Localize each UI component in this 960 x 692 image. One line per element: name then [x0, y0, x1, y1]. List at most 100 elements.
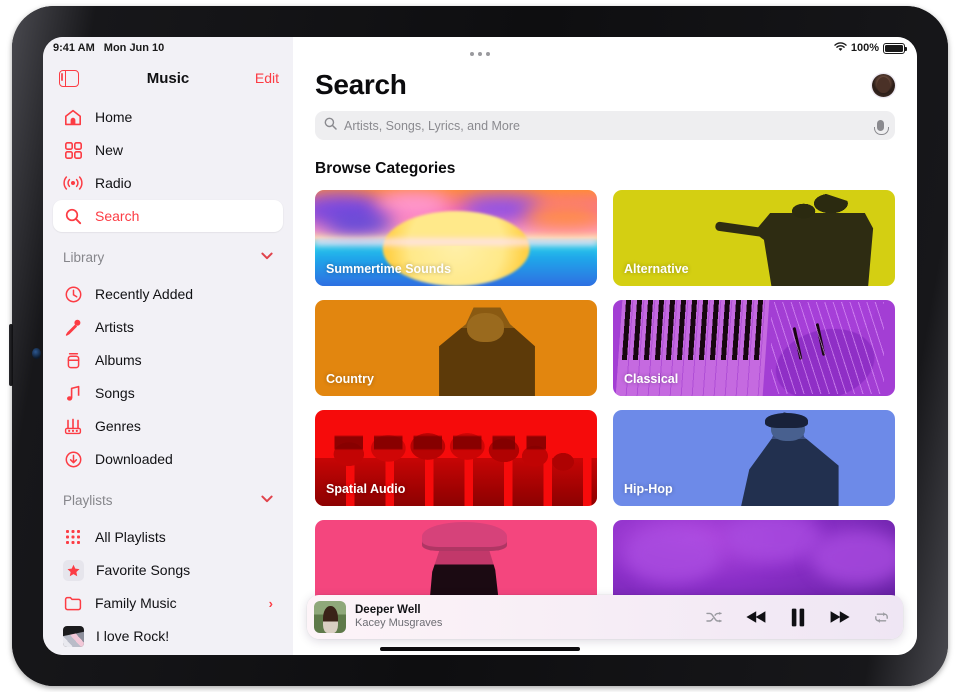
sidebar-item-label: Radio — [95, 175, 132, 191]
clock-icon — [63, 284, 83, 304]
sidebar-item-favorite-songs[interactable]: Favorite Songs — [53, 554, 283, 586]
sidebar-item-label: All Playlists — [95, 529, 166, 545]
sidebar-item-label: Downloaded — [95, 451, 173, 467]
search-icon — [324, 117, 337, 135]
rewind-button[interactable] — [746, 610, 767, 624]
chevron-down-icon[interactable] — [261, 251, 273, 263]
sidebar-item-downloaded[interactable]: Downloaded — [53, 443, 283, 475]
search-input[interactable]: Artists, Songs, Lyrics, and More — [315, 111, 895, 140]
volume-button[interactable] — [9, 324, 13, 386]
sidebar-item-songs[interactable]: Songs — [53, 377, 283, 409]
playback-controls — [706, 608, 889, 627]
sidebar-toggle-icon[interactable] — [59, 69, 79, 87]
card-art-head — [467, 313, 504, 343]
album-artwork[interactable] — [314, 601, 346, 633]
sidebar-group-library[interactable]: Library — [43, 242, 293, 272]
sidebar-item-label: Recently Added — [95, 286, 194, 302]
category-label: Alternative — [624, 262, 689, 276]
sidebar-item-all-playlists[interactable]: All Playlists — [53, 521, 283, 553]
card-art-horizon — [315, 238, 597, 246]
sidebar-item-label: Family Music — [95, 595, 177, 611]
grid-squares-icon — [63, 140, 83, 160]
browse-categories-heading: Browse Categories — [315, 160, 456, 177]
category-card-country[interactable]: Country — [315, 300, 597, 396]
sidebar-item-label: Songs — [95, 385, 135, 401]
search-placeholder: Artists, Songs, Lyrics, and More — [344, 118, 520, 133]
sidebar-item-label: Favorite Songs — [96, 562, 191, 578]
pause-button[interactable] — [791, 608, 805, 627]
multitasking-dots[interactable] — [470, 52, 490, 56]
search-icon — [63, 206, 83, 226]
card-art-cloud — [725, 520, 822, 563]
sidebar-top-list: Home New Radio Search — [43, 95, 293, 232]
user-avatar[interactable] — [872, 73, 895, 97]
ipad-device: 9:41 AM Mon Jun 10 100% Music Edit Home … — [9, 6, 948, 686]
sidebar-group-label: Playlists — [63, 492, 113, 508]
search-page: Search Artists, Songs, Lyrics, and More … — [293, 61, 917, 616]
sidebar-item-new[interactable]: New — [53, 134, 283, 166]
status-indicator-dot — [32, 348, 41, 359]
home-icon — [63, 107, 83, 127]
download-circle-icon — [63, 449, 83, 469]
playlist-grid-icon — [63, 527, 83, 547]
dot — [486, 52, 490, 56]
folder-icon — [63, 593, 83, 613]
sidebar-item-genres[interactable]: Genres — [53, 410, 283, 442]
category-label: Classical — [624, 372, 679, 386]
repeat-button[interactable] — [874, 611, 889, 624]
album-stack-icon — [63, 350, 83, 370]
fast-forward-button[interactable] — [829, 610, 850, 624]
card-art-cloud — [523, 205, 597, 229]
sidebar-item-i-love-rock[interactable]: I love Rock! — [53, 620, 283, 652]
sidebar-item-most-loved[interactable]: Most Loved — [53, 653, 283, 655]
page-title: Search — [315, 69, 407, 100]
sidebar-item-label: Search — [95, 208, 140, 224]
dot — [478, 52, 482, 56]
chevron-right-icon[interactable]: › — [269, 596, 273, 611]
categories-grid: Summertime Sounds Alternative Country Cl… — [315, 190, 895, 616]
category-card-summertime-sounds[interactable]: Summertime Sounds — [315, 190, 597, 286]
sidebar-item-radio[interactable]: Radio — [53, 167, 283, 199]
category-card-alternative[interactable]: Alternative — [613, 190, 895, 286]
home-indicator[interactable] — [380, 647, 580, 651]
now-playing-bar[interactable]: Deeper Well Kacey Musgraves — [307, 595, 903, 639]
sidebar-item-artists[interactable]: Artists — [53, 311, 283, 343]
dot — [470, 52, 474, 56]
category-card-spatial-audio[interactable]: Spatial Audio — [315, 410, 597, 506]
sidebar-item-recently-added[interactable]: Recently Added — [53, 278, 283, 310]
sidebar-item-albums[interactable]: Albums — [53, 344, 283, 376]
sidebar-group-playlists[interactable]: Playlists — [43, 485, 293, 515]
sidebar-item-label: Genres — [95, 418, 141, 434]
sidebar-item-home[interactable]: Home — [53, 101, 283, 133]
sidebar-item-label: Home — [95, 109, 133, 125]
sidebar-playlists-list: All Playlists Favorite Songs Family Musi… — [43, 515, 293, 655]
now-playing-title: Deeper Well — [355, 603, 421, 616]
category-label: Summertime Sounds — [326, 262, 452, 276]
shuffle-button[interactable] — [706, 611, 722, 624]
chevron-down-icon[interactable] — [261, 494, 273, 506]
category-label: Country — [326, 372, 374, 386]
ipad-screen: 9:41 AM Mon Jun 10 100% Music Edit Home … — [43, 37, 917, 655]
music-note-icon — [63, 383, 83, 403]
genres-icon — [63, 416, 83, 436]
main-content: Search Artists, Songs, Lyrics, and More … — [293, 37, 917, 655]
sidebar: Music Edit Home New Radio Search Library… — [43, 37, 293, 655]
card-art-cloud — [624, 525, 721, 584]
card-art-black-keys — [616, 300, 768, 360]
category-label: Hip-Hop — [624, 482, 673, 496]
card-art-cloud — [810, 529, 895, 586]
playlist-artwork-rock — [63, 625, 84, 647]
sidebar-item-family-music[interactable]: Family Music › — [53, 587, 283, 619]
microphone-icon[interactable] — [874, 120, 889, 135]
card-art-hat — [422, 521, 507, 551]
category-card-hip-hop[interactable]: Hip-Hop — [613, 410, 895, 506]
category-card-classical[interactable]: Classical — [613, 300, 895, 396]
edit-button[interactable]: Edit — [255, 70, 279, 86]
radio-waves-icon — [63, 173, 83, 193]
page-header: Search — [315, 61, 895, 109]
sidebar-item-label: Albums — [95, 352, 142, 368]
category-label: Spatial Audio — [326, 482, 406, 496]
sidebar-item-search[interactable]: Search — [53, 200, 283, 232]
card-art-strings — [770, 301, 884, 395]
sidebar-header: Music Edit — [43, 61, 293, 95]
